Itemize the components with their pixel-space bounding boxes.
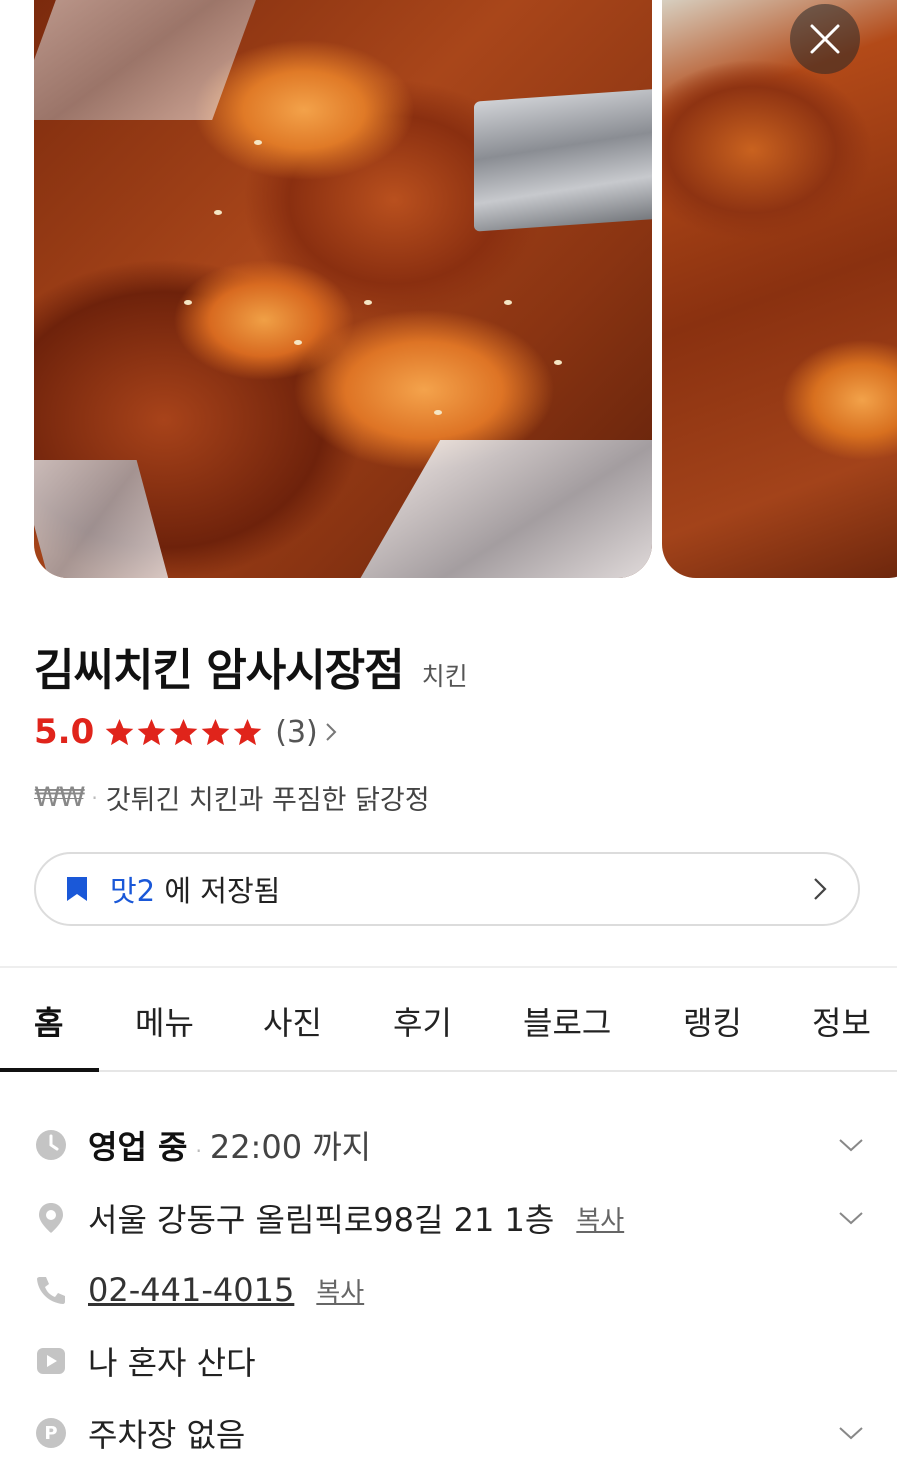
play-icon [37, 1348, 65, 1374]
saved-list-name: 맛2 [110, 874, 156, 908]
tongs-decoration [474, 88, 652, 232]
hours-close: 22:00 까지 [209, 1128, 372, 1166]
rating-row[interactable]: 5.0 (3) [34, 712, 338, 752]
tab-bar: 홈 메뉴 사진 후기 블로그 랭킹 정보 [0, 968, 897, 1072]
sesame-seed [434, 410, 442, 415]
second-food-photo[interactable] [662, 0, 897, 578]
star-icon [233, 718, 262, 745]
rating-stars [104, 717, 263, 748]
hours-row[interactable]: 영업 중 · 22:00 까지 [34, 1120, 864, 1170]
separator-dot: · [91, 785, 98, 810]
phone-row[interactable]: 02-441-4015 복사 [34, 1265, 864, 1315]
sesame-seed [504, 300, 512, 305]
tab-photos[interactable]: 사진 [263, 998, 322, 1044]
chevron-down-icon[interactable] [838, 1137, 864, 1153]
sesame-seed [364, 300, 372, 305]
active-tab-indicator [0, 1068, 99, 1072]
parking-icon: P [36, 1418, 66, 1448]
chevron-right-icon [814, 878, 827, 900]
saved-list-button[interactable]: 맛2 에 저장됨 [34, 852, 860, 926]
saved-suffix: 에 저장됨 [164, 874, 281, 908]
foil-wrap-decoration [34, 0, 256, 120]
copy-address-link[interactable]: 복사 [576, 1200, 624, 1237]
close-icon [810, 24, 840, 54]
sesame-seed [294, 340, 302, 345]
phone-icon [37, 1277, 65, 1304]
place-header: 김씨치킨 암사시장점 치킨 [34, 634, 468, 698]
address-row[interactable]: 서울 강동구 올림픽로98길 21 1층 복사 [34, 1193, 864, 1243]
review-count: (3) [275, 714, 318, 750]
copy-phone-link[interactable]: 복사 [316, 1272, 364, 1309]
tv-program-text: 나 혼자 산다 [88, 1344, 256, 1382]
price-level: ₩₩ [34, 782, 85, 813]
tab-info[interactable]: 정보 [812, 998, 871, 1044]
place-category: 치킨 [421, 662, 468, 691]
tab-blog[interactable]: 블로그 [523, 998, 611, 1044]
sesame-seed [554, 360, 562, 365]
tv-program-row[interactable]: 나 혼자 산다 [34, 1336, 864, 1386]
sesame-seed [254, 140, 262, 145]
separator-dot: · [195, 1139, 202, 1163]
phone-number-link[interactable]: 02-441-4015 [88, 1271, 294, 1309]
sesame-seed [214, 210, 222, 215]
tab-reviews[interactable]: 후기 [393, 998, 452, 1044]
place-name: 김씨치킨 암사시장점 [34, 645, 405, 696]
main-food-photo[interactable] [34, 0, 652, 578]
photo-carousel[interactable] [0, 0, 897, 580]
star-icon [105, 718, 134, 745]
chevron-down-icon[interactable] [838, 1210, 864, 1226]
saved-text: 맛2 에 저장됨 [110, 868, 812, 910]
parking-row[interactable]: P 주차장 없음 [34, 1408, 864, 1458]
location-pin-icon [39, 1203, 63, 1233]
chevron-right-icon [326, 723, 337, 741]
sesame-seed [184, 300, 192, 305]
tab-ranking[interactable]: 랭킹 [683, 998, 742, 1044]
bookmark-icon [67, 877, 87, 901]
rating-score: 5.0 [34, 712, 95, 752]
chevron-down-icon[interactable] [838, 1425, 864, 1441]
star-icon [137, 718, 166, 745]
parking-text: 주차장 없음 [88, 1416, 246, 1454]
tab-menu[interactable]: 메뉴 [135, 998, 194, 1044]
svg-text:P: P [44, 1423, 57, 1444]
star-icon [169, 718, 198, 745]
clock-icon [36, 1130, 66, 1160]
foil-wrap-decoration [347, 440, 652, 578]
place-description: 갓튀긴 치킨과 푸짐한 닭강정 [105, 785, 430, 816]
tab-home[interactable]: 홈 [34, 998, 63, 1044]
hours-status: 영업 중 [88, 1128, 188, 1166]
star-icon [201, 718, 230, 745]
close-button[interactable] [790, 4, 860, 74]
foil-wrap-decoration [34, 460, 172, 578]
place-summary: ₩₩ · 갓튀긴 치킨과 푸짐한 닭강정 [34, 778, 430, 817]
address-text: 서울 강동구 올림픽로98길 21 1층 [88, 1201, 555, 1239]
